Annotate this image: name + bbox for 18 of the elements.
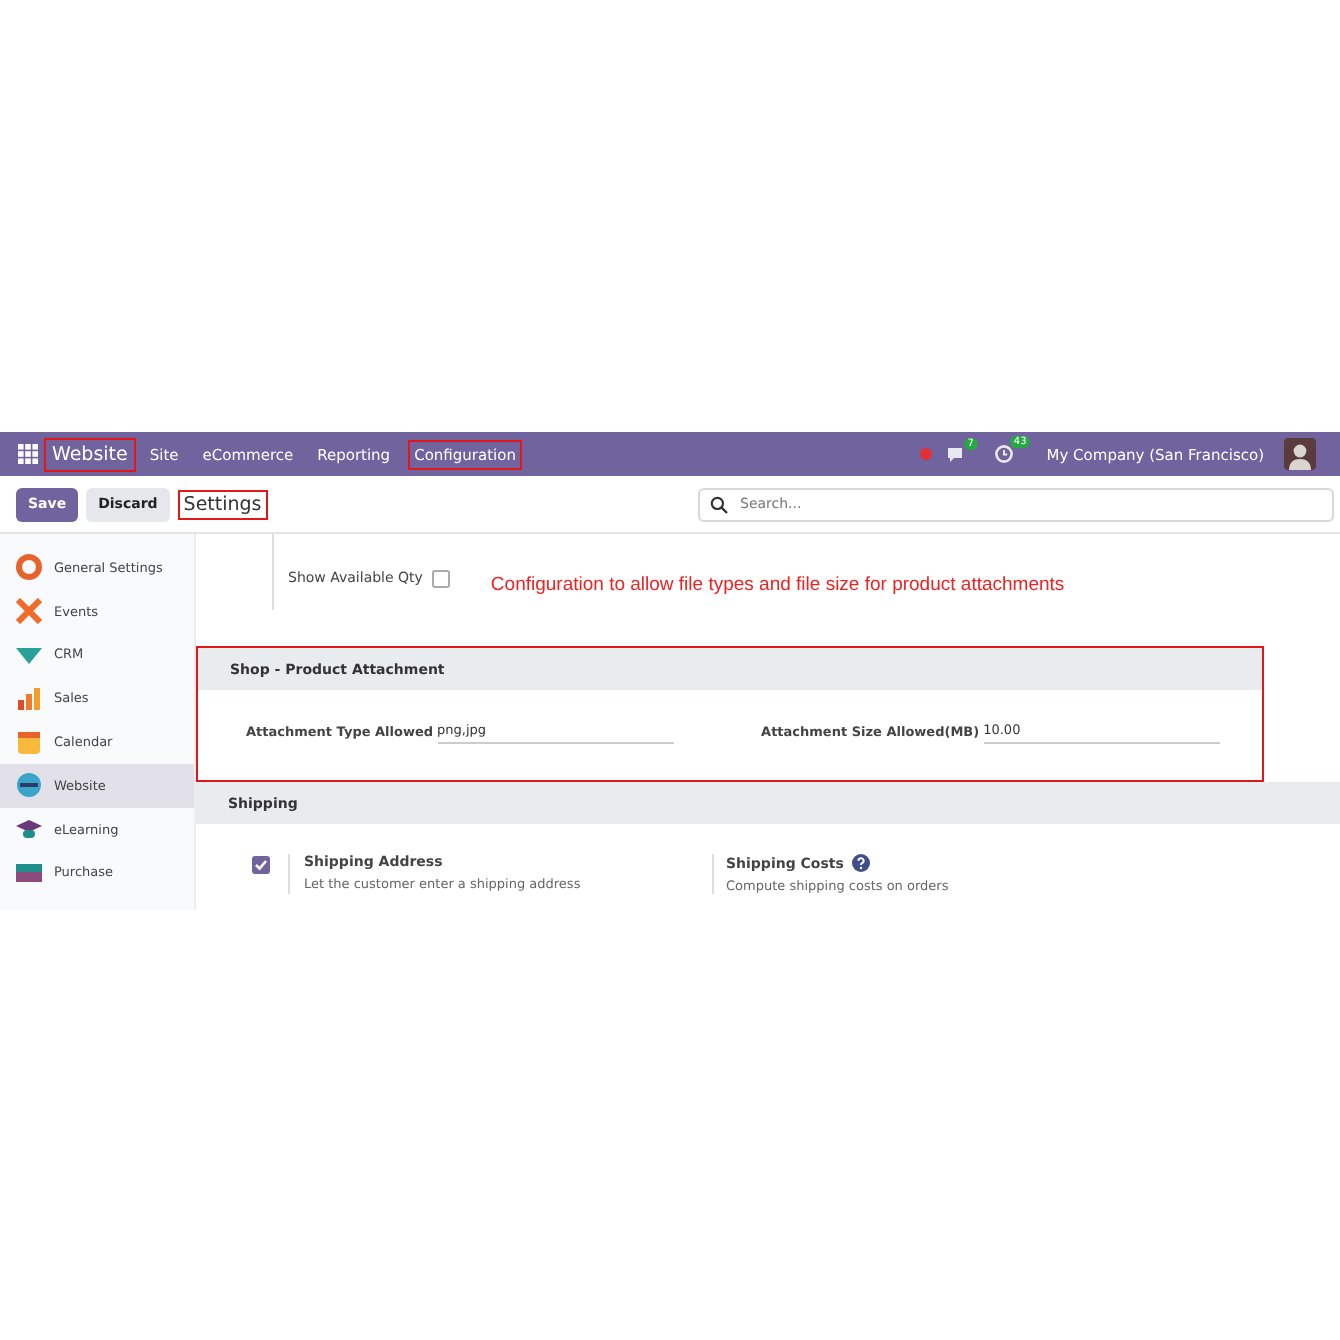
app-icon	[16, 685, 42, 712]
app-grid-icon[interactable]	[18, 444, 38, 464]
app-icon	[16, 772, 42, 799]
checkbox[interactable]	[432, 570, 451, 588]
user-avatar-icon[interactable]	[1284, 438, 1316, 470]
app-icon	[16, 729, 42, 756]
app-name-link[interactable]: Website	[44, 437, 136, 471]
breadcrumb-title: Settings	[177, 489, 268, 519]
annotation-text: Configuration to allow file types and file size for product attachments	[490, 574, 1065, 596]
help-icon[interactable]	[851, 854, 870, 872]
app-icon	[16, 859, 42, 886]
chat-icon[interactable]	[945, 445, 968, 463]
app-icon	[16, 598, 42, 625]
checkbox[interactable]	[252, 856, 270, 874]
app-icon	[16, 554, 42, 581]
status-dot-icon[interactable]	[919, 448, 932, 460]
clock-icon[interactable]	[993, 444, 1014, 464]
app-icon	[16, 816, 42, 843]
